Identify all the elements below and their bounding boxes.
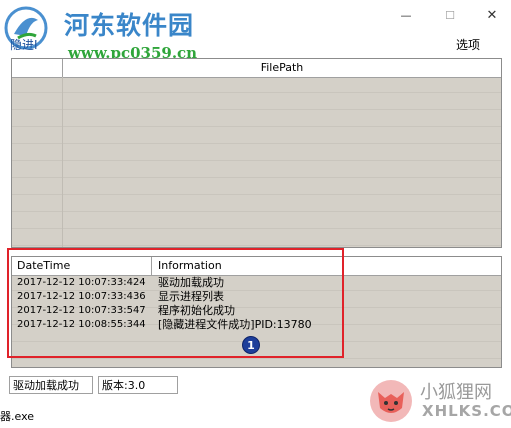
minimize-button[interactable]: —: [386, 4, 426, 26]
corner-watermark-url: XHLKS.COM: [422, 402, 511, 420]
menu-item-hide-process[interactable]: 隐进I: [10, 36, 38, 53]
process-file-list-header: FilePath: [12, 59, 501, 78]
column-header-index[interactable]: [12, 59, 63, 77]
menu-bar: 隐进I 选项: [0, 30, 511, 56]
menu-item-options[interactable]: 选项: [456, 36, 480, 53]
annotation-number-badge: 1: [242, 336, 260, 354]
process-file-list[interactable]: FilePath: [11, 58, 502, 248]
minimize-icon: —: [400, 8, 412, 22]
column-header-filepath[interactable]: FilePath: [63, 59, 501, 77]
corner-watermark-name: 小狐狸网: [420, 382, 492, 403]
taskbar-label: 器.exe: [0, 410, 35, 423]
maximize-button[interactable]: ☐: [430, 4, 470, 26]
fox-logo-icon: [370, 380, 412, 422]
annotation-highlight-box: [7, 248, 344, 358]
status-driver: 驱动加载成功: [9, 376, 93, 394]
column-divider: [62, 77, 63, 247]
maximize-icon: ☐: [445, 8, 455, 22]
status-version: 版本:3.0: [98, 376, 178, 394]
close-icon: ✕: [486, 7, 498, 23]
close-button[interactable]: ✕: [472, 4, 511, 26]
